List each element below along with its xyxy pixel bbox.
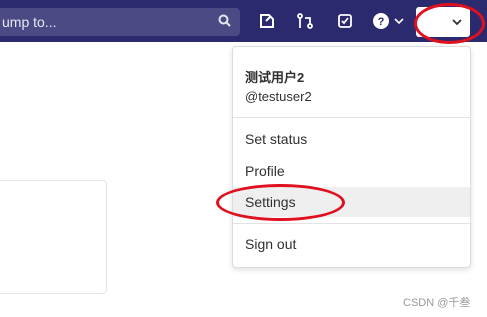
user-handle: @testuser2 bbox=[245, 89, 312, 104]
search-placeholder: ump to... bbox=[2, 14, 57, 30]
search-icon[interactable] bbox=[218, 14, 231, 27]
chevron-down-icon bbox=[452, 19, 462, 26]
content-panel bbox=[0, 180, 107, 294]
user-display-name: 测试用户2 bbox=[245, 70, 305, 85]
watermark: CSDN @千叁 bbox=[403, 297, 471, 309]
user-dropdown-menu: 测试用户2 @testuser2 Set status Profile Sett… bbox=[232, 46, 471, 268]
divider bbox=[233, 223, 470, 224]
menu-item-settings[interactable]: Settings bbox=[233, 187, 470, 217]
todos-icon[interactable] bbox=[336, 12, 354, 30]
menu-item-sign-out[interactable]: Sign out bbox=[233, 229, 470, 259]
help-menu-button[interactable]: ? bbox=[372, 12, 406, 30]
menu-item-profile[interactable]: Profile bbox=[233, 156, 470, 186]
menu-item-set-status[interactable]: Set status bbox=[233, 124, 470, 154]
help-icon: ? bbox=[373, 13, 389, 29]
issues-icon[interactable] bbox=[258, 12, 276, 30]
divider bbox=[233, 117, 470, 118]
svg-text:?: ? bbox=[378, 16, 385, 28]
top-navigation-bar: ump to... ? bbox=[0, 0, 487, 42]
chevron-down-icon bbox=[394, 18, 404, 25]
merge-requests-icon[interactable] bbox=[296, 12, 314, 30]
user-menu-button[interactable] bbox=[416, 7, 470, 37]
search-input[interactable]: ump to... bbox=[0, 8, 240, 36]
